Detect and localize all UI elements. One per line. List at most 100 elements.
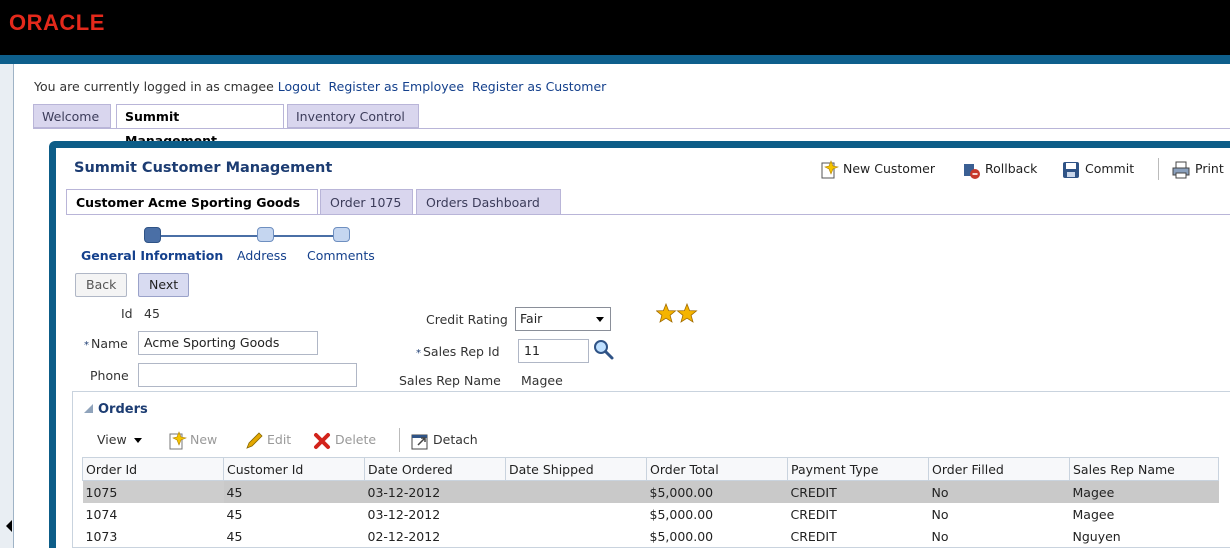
train-track xyxy=(152,235,342,237)
phone-field[interactable] xyxy=(138,363,357,387)
column-header-order-total[interactable]: Order Total xyxy=(646,457,788,481)
cell-date-ordered: 02-12-2012 xyxy=(367,528,441,544)
tab-welcome[interactable]: Welcome xyxy=(33,104,111,128)
required-marker: * xyxy=(416,348,421,359)
train-stop-general[interactable] xyxy=(144,227,161,243)
table-row[interactable]: 1073 45 02-12-2012 $5,000.00 CREDIT No N… xyxy=(83,525,1219,547)
detach-button[interactable]: Detach xyxy=(410,430,478,450)
tab-order-1075[interactable]: Order 1075 xyxy=(320,189,413,215)
column-header-payment-type[interactable]: Payment Type xyxy=(787,457,929,481)
id-value: 45 xyxy=(144,306,160,321)
sales-rep-name-value: Magee xyxy=(521,373,563,388)
register-employee-link[interactable]: Register as Employee xyxy=(329,79,465,94)
credit-rating-select[interactable]: Fair xyxy=(515,307,611,331)
rollback-button[interactable]: Rollback xyxy=(961,157,1037,181)
table-row[interactable]: 1075 45 03-12-2012 $5,000.00 CREDIT No M… xyxy=(82,480,1219,503)
column-header-sales-rep-name[interactable]: Sales Rep Name xyxy=(1069,457,1219,481)
commit-button[interactable]: Commit xyxy=(1061,157,1134,181)
column-header-order-id[interactable]: Order Id xyxy=(82,457,224,481)
new-customer-button[interactable]: New Customer xyxy=(819,157,935,181)
orders-table: Order Id Customer Id Date Ordered Date S… xyxy=(82,457,1219,547)
cell-order-id: 1074 xyxy=(85,506,118,522)
delete-x-icon xyxy=(314,432,330,449)
delete-label: Delete xyxy=(335,432,377,447)
subtab-divider xyxy=(66,214,1230,215)
toolbar-separator xyxy=(1158,158,1159,180)
credit-rating-label: Credit Rating xyxy=(426,312,508,327)
new-customer-label: New Customer xyxy=(843,161,935,176)
orders-header[interactable]: Orders xyxy=(84,402,148,417)
edit-label: Edit xyxy=(267,432,292,447)
phone-label: Phone xyxy=(90,368,129,383)
cell-customer-id: 45 xyxy=(226,528,243,544)
credit-stars xyxy=(655,302,700,329)
cell-date-shipped xyxy=(505,480,647,503)
cell-customer-id: 45 xyxy=(223,480,365,503)
name-label: Name xyxy=(91,336,128,351)
edit-order-button[interactable]: Edit xyxy=(244,430,291,450)
new-label: New xyxy=(190,432,218,447)
column-header-customer-id[interactable]: Customer Id xyxy=(223,457,365,481)
tab-inventory-control[interactable]: Inventory Control xyxy=(287,104,419,128)
tab-customer-acme[interactable]: Customer Acme Sporting Goods xyxy=(66,189,318,215)
login-status: You are currently logged in as cmagee Lo… xyxy=(34,79,606,94)
column-header-order-filled[interactable]: Order Filled xyxy=(928,457,1070,481)
printer-icon xyxy=(1172,161,1190,178)
sales-rep-id-label: Sales Rep Id xyxy=(423,344,500,359)
commit-label: Commit xyxy=(1085,161,1135,176)
logout-link[interactable]: Logout xyxy=(278,79,321,94)
sales-rep-id-field[interactable]: 11 xyxy=(518,339,589,363)
train-label-general[interactable]: General Information xyxy=(81,248,223,263)
tab-orders-dashboard[interactable]: Orders Dashboard xyxy=(416,189,561,215)
id-label: Id xyxy=(121,306,133,321)
train-stop-address[interactable] xyxy=(257,227,274,242)
rollback-icon xyxy=(964,163,980,179)
cell-order-id: 1075 xyxy=(82,480,224,503)
cell-order-total: $5,000.00 xyxy=(649,506,714,522)
panel-title: Summit Customer Management xyxy=(74,160,333,176)
left-frame xyxy=(0,64,14,548)
back-button[interactable]: Back xyxy=(75,273,128,297)
header-band xyxy=(0,55,1230,64)
column-header-date-shipped[interactable]: Date Shipped xyxy=(505,457,647,481)
detach-icon xyxy=(411,434,428,449)
orders-header-row: Order Id Customer Id Date Ordered Date S… xyxy=(82,457,1219,481)
new-order-button[interactable]: New xyxy=(167,430,217,450)
required-marker: * xyxy=(84,340,89,351)
login-status-text: You are currently logged in as cmagee xyxy=(34,79,274,94)
cell-date-shipped xyxy=(506,525,647,547)
name-field[interactable]: Acme Sporting Goods xyxy=(138,331,318,355)
next-button[interactable]: Next xyxy=(138,273,190,297)
save-icon xyxy=(1063,161,1079,178)
toolbar-separator xyxy=(399,428,400,452)
new-document-icon xyxy=(169,430,188,449)
train-label-comments[interactable]: Comments xyxy=(307,248,375,263)
chevron-down-icon xyxy=(596,317,604,322)
disclosure-icon[interactable] xyxy=(84,404,93,413)
search-icon[interactable] xyxy=(593,339,615,365)
new-document-icon xyxy=(821,159,840,178)
cell-order-total: $5,000.00 xyxy=(649,528,714,544)
view-menu[interactable]: View xyxy=(97,430,142,450)
cell-customer-id: 45 xyxy=(226,506,243,522)
pencil-icon xyxy=(246,431,263,449)
star-rating-icon xyxy=(655,302,698,323)
cell-date-ordered: 03-12-2012 xyxy=(367,506,441,522)
tab-summit-management[interactable]: Summit Management xyxy=(116,104,284,148)
cell-order-filled: No xyxy=(928,480,1070,503)
train-label-address[interactable]: Address xyxy=(237,248,287,263)
register-customer-link[interactable]: Register as Customer xyxy=(472,79,606,94)
table-row[interactable]: 1074 45 03-12-2012 $5,000.00 CREDIT No M… xyxy=(83,503,1219,525)
view-label: View xyxy=(97,432,127,447)
cell-date-shipped xyxy=(506,503,647,525)
sales-rep-id-label-wrap: * Sales Rep Id xyxy=(416,344,500,359)
cell-sales-rep-name: Magee xyxy=(1069,480,1219,503)
print-button[interactable]: Print xyxy=(1171,157,1224,181)
train-stop-comments[interactable] xyxy=(333,227,350,242)
cell-sales-rep-name: Nguyen xyxy=(1072,528,1121,544)
cell-order-filled: No xyxy=(931,528,949,544)
detach-label: Detach xyxy=(433,432,478,447)
delete-order-button[interactable]: Delete xyxy=(312,430,376,450)
column-header-date-ordered[interactable]: Date Ordered xyxy=(364,457,506,481)
collapse-arrow-icon[interactable] xyxy=(6,520,12,532)
